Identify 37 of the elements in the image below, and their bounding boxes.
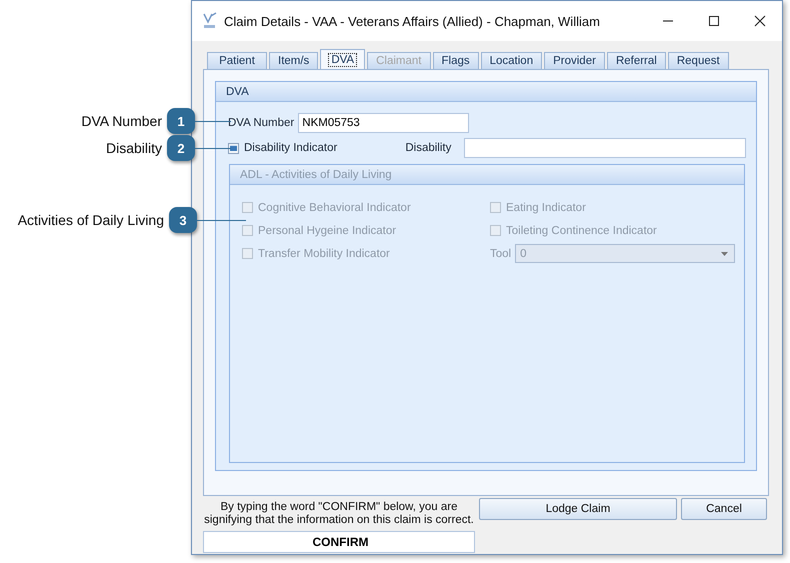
- tab[interactable]: Provider: [544, 52, 605, 69]
- field-label: DVA Number: [228, 117, 294, 129]
- group-title: ADL - Activities of Daily Living: [230, 165, 744, 185]
- app-logo-icon: [202, 12, 218, 30]
- tab[interactable]: Item/s: [269, 52, 318, 69]
- confirm-notice: By typing the word "CONFIRM" below, you are signifying that the information on this claim is correct.: [203, 500, 475, 528]
- disability-field[interactable]: [464, 138, 746, 158]
- checkbox-label: Personal Hygeine Indicator: [258, 224, 396, 236]
- group-title: DVA: [216, 82, 756, 102]
- checkbox-label: Cognitive Behavioral Indicator: [258, 202, 411, 214]
- close-icon[interactable]: [754, 15, 766, 27]
- tab[interactable]: Referral: [606, 52, 666, 69]
- cancel-button[interactable]: Cancel: [681, 498, 767, 520]
- tab[interactable]: Request: [668, 52, 729, 69]
- tab[interactable]: Location: [480, 52, 542, 69]
- window-title: Claim Details - VAA - Veterans Affairs (Allied) - Chapman, William: [224, 14, 600, 28]
- lodge-claim-button[interactable]: Lodge Claim: [479, 498, 677, 520]
- checkbox-label: Toileting Continence Indicator: [506, 224, 657, 236]
- checkbox-label: Transfer Mobility Indicator: [258, 248, 390, 260]
- callout-label: DVA Number: [81, 113, 162, 129]
- maximize-icon[interactable]: [708, 15, 720, 27]
- callout-badge: 3: [169, 207, 197, 233]
- callout-label: Activities of Daily Living: [18, 212, 164, 228]
- checkbox-label: Disability Indicator: [244, 142, 338, 154]
- dva-number-field[interactable]: NKM05753: [298, 113, 470, 133]
- field-label: Tool: [490, 248, 512, 260]
- tab[interactable]: Patient: [207, 52, 267, 69]
- callout-badge: 1: [167, 108, 195, 134]
- tab[interactable]: DVA: [320, 49, 366, 69]
- checkbox-label: Eating Indicator: [506, 202, 586, 214]
- callout-badge: 2: [167, 135, 195, 161]
- caret-icon: [721, 252, 728, 256]
- checkbox[interactable]: [228, 142, 239, 154]
- confirm-field[interactable]: CONFIRM: [203, 531, 475, 553]
- callout-label: Disability: [106, 140, 162, 156]
- tab[interactable]: Flags: [432, 52, 479, 69]
- field-label: Disability: [405, 142, 452, 154]
